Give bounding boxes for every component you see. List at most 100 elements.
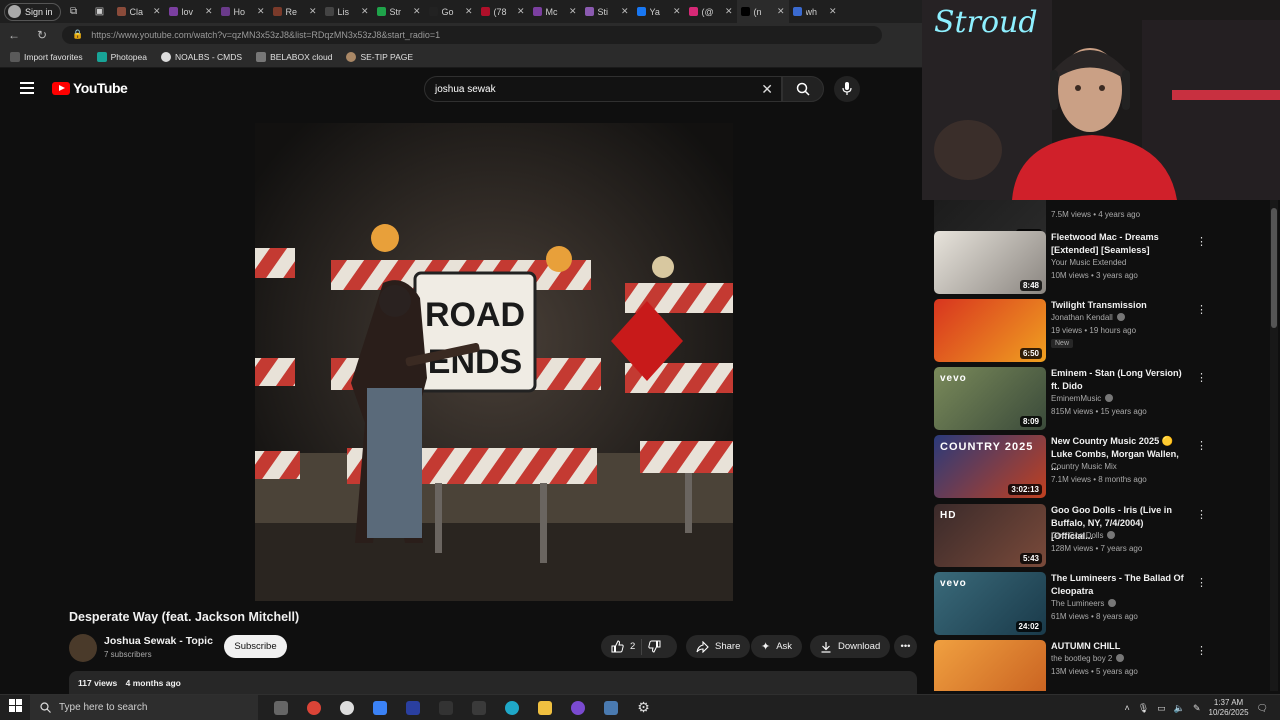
recommended-title[interactable]: Fleetwood Mac - Dreams [Extended] [Seaml… — [1051, 231, 1186, 257]
store-app[interactable] — [363, 695, 396, 720]
search-input[interactable]: joshua sewak ✕ — [424, 76, 782, 102]
video-menu-icon[interactable]: ⋮ — [1196, 371, 1207, 384]
browser-tab[interactable]: (n ✕ — [736, 0, 789, 23]
video-thumbnail[interactable]: HD 5:43 — [934, 504, 1046, 567]
recommended-title[interactable]: Twilight Transmission — [1051, 299, 1186, 312]
recommended-video[interactable]: vevo 8:09 Eminem - Stan (Long Version) ft.… — [934, 367, 1274, 431]
close-tab-icon[interactable]: ✕ — [725, 6, 733, 17]
chevron-up-icon[interactable]: ˄ — [1125, 703, 1130, 713]
browser-tab[interactable]: Mc ✕ — [529, 0, 581, 23]
youtube-logo[interactable]: YouTube — [52, 80, 128, 96]
obs-app[interactable] — [561, 695, 594, 720]
ask-button[interactable]: ✦ Ask — [751, 635, 803, 658]
close-tab-icon[interactable]: ✕ — [413, 6, 421, 17]
browser-tab[interactable]: Go ✕ — [425, 0, 477, 23]
thumbs-down-icon[interactable] — [648, 640, 661, 653]
favorite-belabox[interactable]: BELABOX cloud — [256, 51, 332, 62]
video-menu-icon[interactable]: ⋮ — [1196, 644, 1207, 657]
chrome-app[interactable] — [297, 695, 330, 720]
favorite-setip[interactable]: SE-TIP PAGE — [346, 51, 413, 62]
close-tab-icon[interactable]: ✕ — [621, 6, 629, 17]
download-button[interactable]: Download — [810, 635, 891, 658]
video-menu-icon[interactable]: ⋮ — [1196, 576, 1207, 589]
favorite-import[interactable]: Import favorites — [10, 51, 83, 62]
video-thumbnail[interactable] — [934, 640, 1046, 691]
close-tab-icon[interactable]: ✕ — [465, 6, 473, 17]
recommended-channel[interactable]: Your Music Extended — [1051, 258, 1126, 267]
close-tab-icon[interactable]: ✕ — [673, 6, 681, 17]
recommended-scrollbar[interactable] — [1270, 200, 1278, 691]
video-player[interactable]: ROAD ENDS — [255, 123, 733, 601]
recommended-title[interactable]: Eminem - Stan (Long Version) ft. Dido — [1051, 367, 1186, 393]
network-icon[interactable]: ▭ — [1157, 703, 1166, 714]
close-tab-icon[interactable]: ✕ — [517, 6, 525, 17]
recommended-video[interactable]: 6:50 Twilight Transmission Jonathan Kendal… — [934, 299, 1274, 363]
browser-tab[interactable]: Re ✕ — [269, 0, 321, 23]
video-thumbnail[interactable]: 8:48 — [934, 231, 1046, 294]
recommended-channel[interactable]: EminemMusic — [1051, 394, 1114, 403]
taskbar-search-input[interactable]: Type here to search — [30, 694, 258, 720]
sign-in-button[interactable]: Sign in — [4, 2, 61, 21]
close-tab-icon[interactable]: ✕ — [309, 6, 317, 17]
browser-tab[interactable]: (78 ✕ — [477, 0, 529, 23]
recommended-video[interactable]: COUNTRY 2025 3:02:13 New Country Music 202… — [934, 435, 1274, 499]
scroll-thumb[interactable] — [1271, 208, 1277, 328]
channel-name[interactable]: Joshua Sewak - Topic — [104, 635, 213, 647]
recommended-title[interactable]: The Lumineers - The Ballad Of Cleopatra — [1051, 572, 1186, 598]
recommended-video[interactable]: HD 5:43 Goo Goo Dolls - Iris (Live in Buff… — [934, 504, 1274, 568]
back-icon[interactable]: ← — [0, 28, 28, 42]
recommended-video[interactable]: AUTUMN CHILL the bootleg boy 2 13M views •… — [934, 640, 1274, 691]
photos-app[interactable] — [594, 695, 627, 720]
video-menu-icon[interactable]: ⋮ — [1196, 508, 1207, 521]
settings-app[interactable]: ⚙ — [627, 695, 660, 720]
close-tab-icon[interactable]: ✕ — [569, 6, 577, 17]
windows-start-button[interactable] — [0, 698, 30, 717]
share-button[interactable]: Share — [686, 635, 751, 658]
edge-app[interactable] — [495, 695, 528, 720]
recommended-title[interactable]: AUTUMN CHILL — [1051, 640, 1186, 653]
video-thumbnail[interactable]: vevo 24:02 — [934, 572, 1046, 635]
video-menu-icon[interactable]: ⋮ — [1196, 235, 1207, 248]
browser-tab[interactable]: Ya ✕ — [633, 0, 685, 23]
menu-icon[interactable] — [20, 82, 34, 94]
recommended-channel[interactable]: The Lumineers — [1051, 599, 1117, 608]
video-thumbnail[interactable]: vevo 8:09 — [934, 367, 1046, 430]
microphone-icon[interactable]: 🎙 — [1138, 703, 1149, 714]
epic-games-app[interactable] — [429, 695, 462, 720]
clock[interactable]: 1:37 AM 10/26/2025 — [1209, 698, 1249, 718]
tab-actions-icon[interactable]: ▣ — [87, 6, 113, 17]
n-app[interactable] — [396, 695, 429, 720]
video-menu-icon[interactable]: ⋮ — [1196, 439, 1207, 452]
recommended-channel[interactable]: Country Music Mix — [1051, 462, 1117, 471]
close-tab-icon[interactable]: ✕ — [257, 6, 265, 17]
voice-search-button[interactable] — [834, 76, 860, 102]
video-thumbnail[interactable]: COUNTRY 2025 3:02:13 — [934, 435, 1046, 498]
clear-search-icon[interactable]: ✕ — [761, 81, 773, 98]
browser-tab[interactable]: Cla ✕ — [113, 0, 165, 23]
close-tab-icon[interactable]: ✕ — [361, 6, 369, 17]
openai-app[interactable] — [330, 695, 363, 720]
like-button[interactable]: 2 — [611, 640, 635, 653]
url-field[interactable]: 🔒 https://www.youtube.com/watch?v=qzMN3x… — [62, 25, 882, 44]
more-actions-button[interactable]: ••• — [894, 635, 917, 658]
refresh-icon[interactable]: ↻ — [28, 28, 56, 42]
browser-tab[interactable]: Ho ✕ — [217, 0, 269, 23]
recommended-channel[interactable]: Jonathan Kendall — [1051, 313, 1125, 322]
file-explorer-app[interactable] — [528, 695, 561, 720]
pen-icon[interactable]: ✎ — [1193, 703, 1201, 714]
browser-tab[interactable]: Sti ✕ — [581, 0, 633, 23]
browser-tab[interactable]: Str ✕ — [373, 0, 425, 23]
notifications-icon[interactable]: 🗨 — [1257, 703, 1268, 714]
browser-tab[interactable]: Lis ✕ — [321, 0, 373, 23]
browser-tab[interactable]: lov ✕ — [165, 0, 217, 23]
browser-tab[interactable]: (@ ✕ — [685, 0, 737, 23]
close-tab-icon[interactable]: ✕ — [205, 6, 213, 17]
favorite-noalbs[interactable]: NOALBS - CMDS — [160, 51, 242, 62]
task-view-app[interactable] — [264, 695, 297, 720]
browser-tab[interactable]: wh ✕ — [789, 0, 841, 23]
favorite-photopea[interactable]: Photopea — [96, 51, 147, 62]
channel-avatar[interactable] — [69, 634, 97, 662]
video-thumbnail[interactable]: 6:50 — [934, 299, 1046, 362]
recommended-channel[interactable]: Goo Goo Dolls — [1051, 531, 1116, 540]
recommended-video[interactable]: vevo 24:02 The Lumineers - The Ballad Of C… — [934, 572, 1274, 636]
